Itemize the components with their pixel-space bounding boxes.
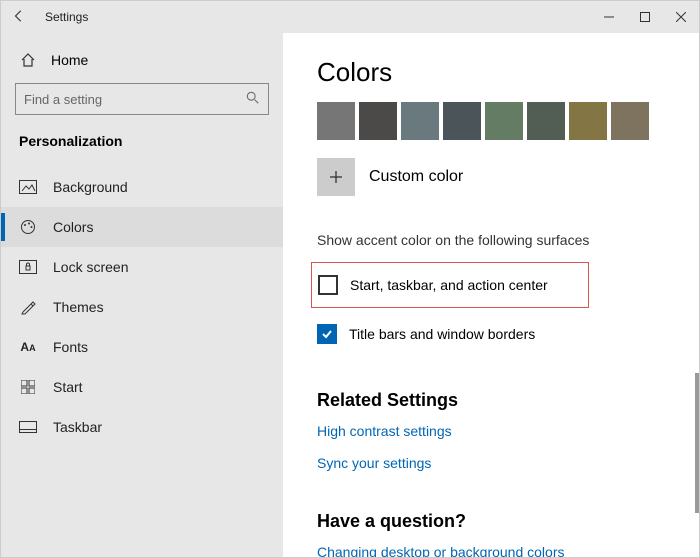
maximize-button[interactable] (627, 1, 663, 33)
color-swatch[interactable] (317, 102, 355, 140)
search-icon (246, 91, 260, 108)
nav-label: Background (53, 179, 128, 195)
color-swatch[interactable] (401, 102, 439, 140)
related-heading: Related Settings (317, 390, 665, 411)
nav-label: Themes (53, 299, 104, 315)
themes-icon (19, 298, 37, 316)
start-icon (19, 378, 37, 396)
nav-label: Start (53, 379, 83, 395)
checkbox-title-bars[interactable]: Title bars and window borders (317, 318, 665, 350)
search-placeholder: Find a setting (24, 92, 102, 107)
minimize-button[interactable] (591, 1, 627, 33)
nav-label: Lock screen (53, 259, 128, 275)
category-label: Personalization (19, 133, 265, 149)
search-input[interactable]: Find a setting (15, 83, 269, 115)
checkbox-icon (317, 324, 337, 344)
link-help-colors[interactable]: Changing desktop or background colors (317, 544, 665, 557)
color-swatch[interactable] (485, 102, 523, 140)
highlight-box: Start, taskbar, and action center (311, 262, 589, 308)
window-title: Settings (45, 10, 88, 24)
sidebar: Home Find a setting Personalization Back… (1, 33, 283, 557)
palette-icon (19, 218, 37, 236)
sidebar-item-start[interactable]: Start (1, 367, 283, 407)
sidebar-item-fonts[interactable]: AA Fonts (1, 327, 283, 367)
custom-color-label: Custom color (369, 168, 463, 186)
sidebar-item-taskbar[interactable]: Taskbar (1, 407, 283, 447)
accent-section-label: Show accent color on the following surfa… (317, 232, 665, 248)
checkbox-label: Start, taskbar, and action center (350, 277, 548, 293)
checkbox-start-taskbar[interactable]: Start, taskbar, and action center (318, 269, 548, 301)
color-swatch[interactable] (359, 102, 397, 140)
color-swatch[interactable] (569, 102, 607, 140)
question-heading: Have a question? (317, 511, 665, 532)
taskbar-icon (19, 418, 37, 436)
nav-label: Colors (53, 219, 93, 235)
checkbox-icon (318, 275, 338, 295)
scrollbar-thumb[interactable] (695, 373, 699, 513)
custom-color-button[interactable] (317, 158, 355, 196)
color-swatch[interactable] (611, 102, 649, 140)
color-swatch[interactable] (527, 102, 565, 140)
link-high-contrast[interactable]: High contrast settings (317, 423, 665, 439)
color-swatches (317, 102, 665, 140)
sidebar-item-themes[interactable]: Themes (1, 287, 283, 327)
sidebar-item-background[interactable]: Background (1, 167, 283, 207)
nav-label: Fonts (53, 339, 88, 355)
home-label: Home (51, 52, 88, 68)
page-title: Colors (317, 57, 665, 88)
home-icon (19, 51, 37, 69)
fonts-icon: AA (19, 338, 37, 356)
back-button[interactable] (1, 9, 37, 26)
main-content: Colors Custom color Show accent color on… (283, 33, 699, 557)
checkbox-label: Title bars and window borders (349, 326, 535, 342)
close-button[interactable] (663, 1, 699, 33)
link-sync-settings[interactable]: Sync your settings (317, 455, 665, 471)
sidebar-item-lock-screen[interactable]: Lock screen (1, 247, 283, 287)
lock-screen-icon (19, 258, 37, 276)
home-button[interactable]: Home (15, 45, 269, 83)
nav-label: Taskbar (53, 419, 102, 435)
color-swatch[interactable] (443, 102, 481, 140)
picture-icon (19, 178, 37, 196)
sidebar-item-colors[interactable]: Colors (1, 207, 283, 247)
